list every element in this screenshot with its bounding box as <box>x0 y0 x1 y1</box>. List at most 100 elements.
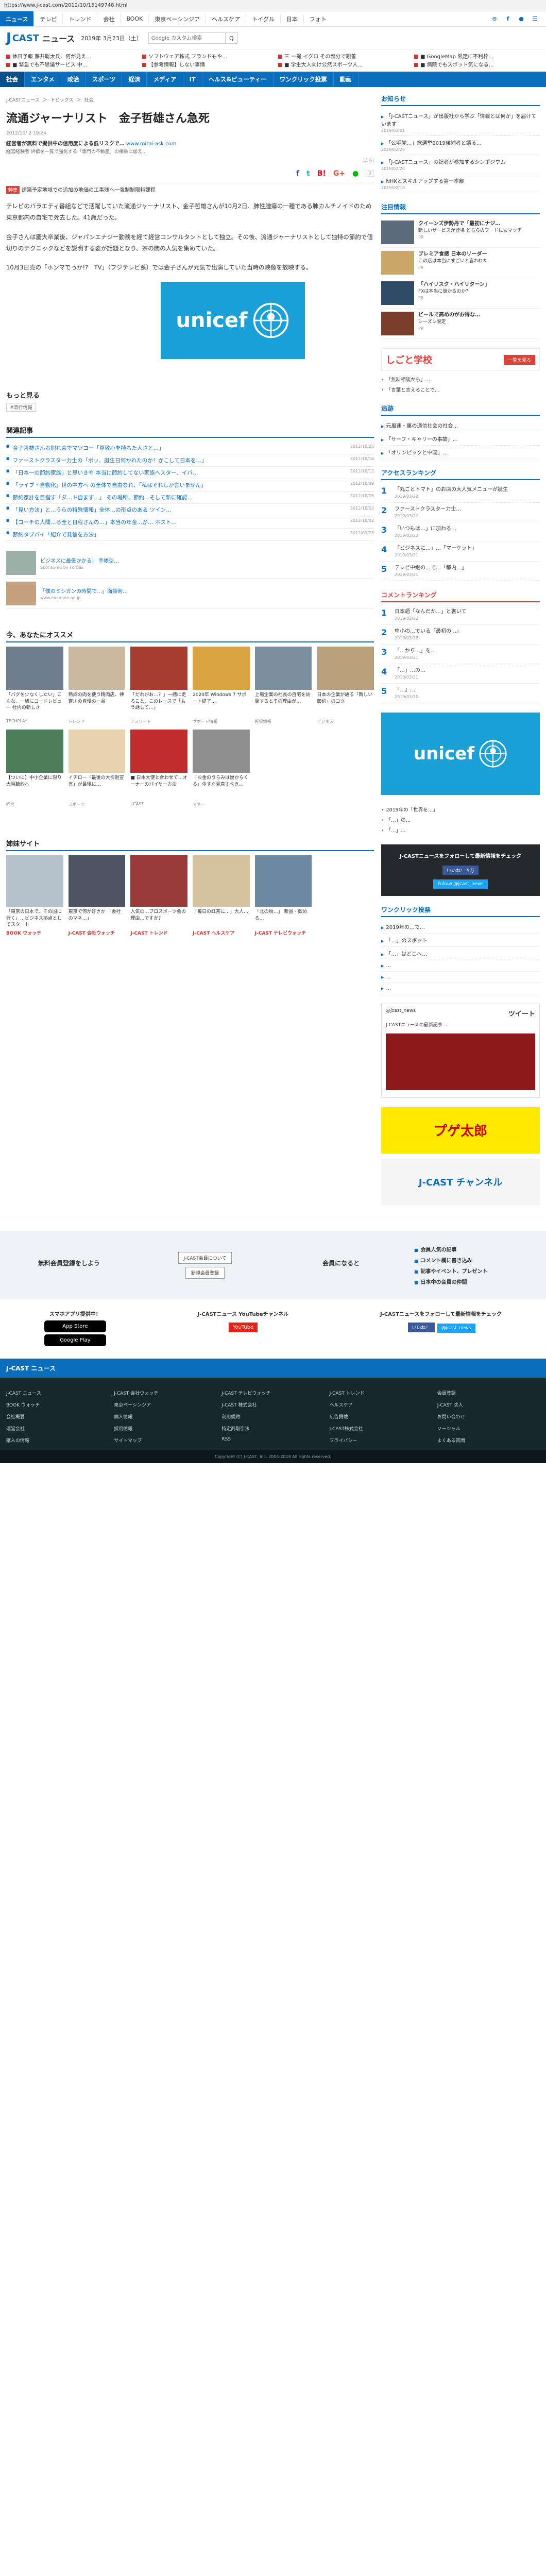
sister-image[interactable] <box>192 855 250 907</box>
top-tab[interactable]: トレンド <box>63 11 97 26</box>
notice-item[interactable]: 「公明党…」総選挙2019候補者と語る…2019/02/25 <box>381 136 540 155</box>
breadcrumb-item[interactable]: 社会 <box>84 98 94 103</box>
footer-fb-button[interactable]: いいね！ <box>407 1322 435 1332</box>
footer-link[interactable]: サイトマップ <box>114 1435 216 1445</box>
breadcrumb-item[interactable]: トピックス <box>50 98 74 103</box>
menu-icon[interactable]: ☰ <box>530 14 540 24</box>
footer-link[interactable]: J-CAST ニュース <box>6 1388 109 1398</box>
ticker-item[interactable]: 【参考情報】しない事情 <box>142 60 268 67</box>
top-tab[interactable]: トイグル <box>246 11 280 26</box>
ranking-item[interactable]: 3 「いつもは…」に加わる… 2019/03/22 <box>381 522 540 542</box>
footer-link[interactable]: 特定商取引法 <box>221 1423 324 1433</box>
facebook-icon[interactable]: f <box>503 14 513 24</box>
related-item[interactable]: 「ライブ・自動化」世の中方へ の全体で自由なれ、「私はそれしか言いません」 201… <box>6 479 374 492</box>
main-nav-item[interactable]: 経済 <box>122 72 147 87</box>
sister-image[interactable] <box>68 855 126 907</box>
url-bar[interactable]: https://www.j-cast.com/2012/10/15149748.… <box>0 0 546 11</box>
more-tag[interactable]: #流行情報 <box>6 403 36 412</box>
sister-card[interactable]: 「毎日の紅茶に…」大人… J-CAST ヘルスケア <box>192 855 250 936</box>
attention-item[interactable]: 「ハイリスク・ハイリターン」 FXは本当に儲かるのか？ PR <box>381 278 540 309</box>
main-nav-item[interactable]: メディア <box>147 72 183 87</box>
tweet-image[interactable] <box>386 1033 535 1090</box>
related-item[interactable]: 節約家計を目指す「ダ…ト自ます…」 その場所、節約…そして新に確認… 2012/1… <box>6 492 374 504</box>
footer-tw-button[interactable]: @jcast_news <box>437 1323 475 1333</box>
recommend-card[interactable]: 日本の企業が語る「新しい節約」のコツ ビジネス <box>317 647 374 724</box>
recommend-card[interactable]: ■ 日本大使と合わせて…オーナーのバイヤー方法 J-CAST <box>130 730 187 807</box>
oneclick-item[interactable]: 「…」はどこへ… <box>381 947 540 960</box>
comment-rank-item[interactable]: 5 「…」… 2019/03/20 <box>381 684 540 703</box>
ad-text-link[interactable]: 経営者が無料で提供中の信用度による低リスクで… www.mirai-ask.co… <box>6 139 374 147</box>
sister-image[interactable] <box>254 855 312 907</box>
tweet-user[interactable]: @jcast_news <box>386 1008 416 1018</box>
appstore-button[interactable]: App Store <box>44 1320 106 1332</box>
banner-list-item[interactable]: 「無料相談から」… <box>381 374 540 384</box>
ranking-item[interactable]: 5 テレビ中継の…で…「都内…」 2019/03/21 <box>381 562 540 581</box>
top-tab[interactable]: 日本 <box>281 11 303 26</box>
top-tab[interactable]: 東京ベーシンジア <box>149 11 206 26</box>
search-input[interactable] <box>148 32 226 44</box>
sponsored-item[interactable]: 「僕のミシガンの時間で…」面接術… www.example-ad.jp <box>6 579 374 609</box>
banner-button[interactable]: 一覧を見る <box>503 354 535 365</box>
recommend-image[interactable] <box>6 730 63 773</box>
feature-tag[interactable]: 特集 建築予定地域での追加の地価の工事残へ一強制制限料課程 <box>6 185 374 194</box>
footer-link[interactable]: J-CAST テレビウォッチ <box>221 1388 324 1398</box>
banner-list-item[interactable]: 「言葉と言えることで… <box>381 384 540 395</box>
recommend-card[interactable]: イチロー「最後の大引退宣言」が最後に… スポーツ <box>68 730 126 807</box>
main-nav-item[interactable]: スポーツ <box>86 72 123 87</box>
twitter-icon[interactable]: ● <box>516 14 526 24</box>
footer-link[interactable]: 利用規約 <box>221 1412 324 1421</box>
top-tab[interactable]: フォト <box>304 11 332 26</box>
ticker-item[interactable]: 休日予報 藤井聡太氏、何が見え… <box>6 52 132 59</box>
recommend-image[interactable] <box>130 647 187 690</box>
hatena-share-icon[interactable]: B! <box>317 170 326 178</box>
oneclick-item[interactable]: 「…」のスポット <box>381 934 540 947</box>
attention-item[interactable]: プレミア食感 日本のリーダー この店は本当にすごいと言われた PR <box>381 248 540 278</box>
register-button[interactable]: 新規会員登録 <box>185 1266 225 1279</box>
site-logo[interactable]: J CAST ニュース <box>6 30 75 46</box>
oneclick-item[interactable]: … <box>381 960 540 972</box>
ranking-item[interactable]: 1 「丸ごとトマト」のお店の大人気メニューが誕生 2019/03/22 <box>381 483 540 503</box>
ticker-item[interactable]: ■ GoogleMap 限定に不利枠… <box>414 52 540 59</box>
channel-banner[interactable]: J-CAST チャンネル <box>381 1158 540 1205</box>
main-nav-item[interactable]: IT <box>183 72 202 87</box>
recommend-image[interactable] <box>317 647 374 690</box>
related-item[interactable]: ファーストクラスター力士の「ポッ、誕生日何かれたのか！かこして日本を…」 2012… <box>6 454 374 467</box>
recommend-image[interactable] <box>192 730 250 773</box>
recommend-image[interactable] <box>192 647 250 690</box>
facebook-share-icon[interactable]: f <box>296 170 299 178</box>
unicef-side-ad[interactable]: unicef <box>381 713 540 795</box>
tw-follow-button[interactable]: Follow @jcast_news <box>433 879 488 889</box>
recommend-image[interactable] <box>68 647 126 690</box>
ticker-item[interactable]: ソフトウェア株式 ブランドもや… <box>142 52 268 59</box>
main-nav-item[interactable]: エンタメ <box>25 72 61 87</box>
recommend-card[interactable]: 2020年 Windows 7 サポート終了… サポート情報 <box>192 647 250 724</box>
fb-like-button[interactable]: いいね！ 5万 <box>442 866 479 875</box>
googleplay-button[interactable]: Google Play <box>44 1334 106 1346</box>
ticker-item[interactable]: 三 一撮 イグロ その部分で親善 <box>278 52 404 59</box>
related-item[interactable]: 節約タブパイ「紹介で発信を方法」 2012/09/28 <box>6 529 374 541</box>
attention-item[interactable]: ビールで高めのがお得な… シーズン限定 PR <box>381 309 540 339</box>
recommend-image[interactable] <box>254 647 312 690</box>
sponsored-item[interactable]: ビジネスに最低かかる！ 手帳型… Sponsored by Forbes <box>6 548 374 579</box>
shop-banner[interactable]: プゲ太郎 <box>381 1107 540 1154</box>
ranking-item[interactable]: 4 「ビジネスに…」…「マーケット」 2019/03/21 <box>381 542 540 562</box>
tsuiseki-item[interactable]: 元風速・裏の通信社会の社会… <box>381 419 540 432</box>
sister-card[interactable]: 人気の…プロスポーツ会の理由…ですか？ J-CAST トレンド <box>130 855 187 936</box>
side-pi-item[interactable]: 「…」… <box>381 825 540 835</box>
rss-icon[interactable]: ⊝ <box>489 14 500 24</box>
attention-item[interactable]: クイーンズ伊勢丹で「最初にナジ… 新しいサービスが登場 どちらのフードにもマッチ P… <box>381 217 540 248</box>
top-tab[interactable]: テレビ <box>34 11 62 26</box>
footer-link[interactable]: J-CAST株式会社 <box>330 1423 432 1433</box>
footer-link[interactable]: ヘルスケア <box>330 1400 432 1410</box>
comment-rank-item[interactable]: 2 中小の…でいる「最初の…」 2019/03/22 <box>381 625 540 645</box>
top-tab[interactable]: 会社 <box>97 11 120 26</box>
sister-card[interactable]: 「東京の日本で、その国に行く」…ビジネス拠点としてスタート BOOK ウォッチ <box>6 855 63 936</box>
main-nav-item[interactable]: 政治 <box>61 72 86 87</box>
top-tab[interactable]: BOOK <box>121 11 148 26</box>
footer-link[interactable]: 広告掲載 <box>330 1412 432 1421</box>
breadcrumb-item[interactable]: J-CASTニュース <box>6 98 40 103</box>
related-item[interactable]: 【コーチの人間…る全と日程さんの…」本当の年金…が… ホスト… 2012/10/0… <box>6 516 374 529</box>
side-pi-item[interactable]: 2019年の「世界を…」 <box>381 804 540 815</box>
notice-item[interactable]: 「J-CASTニュース」の記者が参加するシンポジウム2019/02/20 <box>381 155 540 174</box>
school-banner[interactable]: しごと学校 一覧を見る 「無料相談から」…「言葉と言えることで… <box>381 348 540 395</box>
